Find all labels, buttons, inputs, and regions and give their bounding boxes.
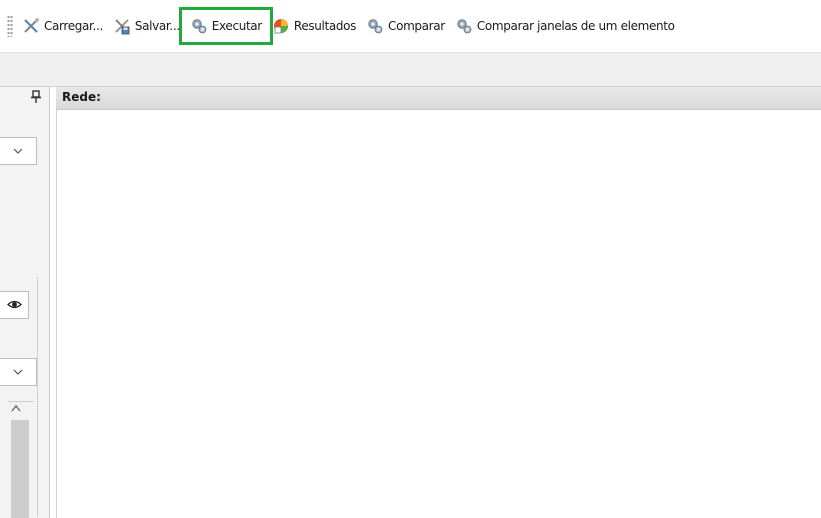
compare-element-windows-label: Comparar janelas de um elemento: [476, 19, 675, 33]
network-canvas[interactable]: [56, 110, 821, 518]
gears-icon: [368, 19, 383, 34]
network-panel-title: Rede:: [62, 90, 101, 104]
chevron-down-icon: [13, 369, 23, 375]
save-button[interactable]: Salvar...: [108, 13, 185, 39]
left-panel-separator: [37, 277, 38, 517]
left-panel: [0, 87, 50, 518]
compare-element-windows-button[interactable]: Comparar janelas de um elemento: [450, 13, 680, 39]
results-icon: [273, 19, 288, 34]
execute-button[interactable]: Executar: [178, 7, 273, 45]
load-button[interactable]: Carregar...: [17, 13, 108, 39]
gears-icon: [192, 19, 207, 34]
secondary-toolbar-band: [0, 53, 821, 87]
compare-button[interactable]: Comparar: [361, 13, 450, 39]
toolbar: Carregar... Salvar... Executar Resultado…: [0, 0, 821, 53]
compare-button-label: Comparar: [388, 19, 445, 33]
visibility-toggle-button[interactable]: [0, 291, 29, 319]
scrollbar-track[interactable]: [11, 420, 29, 518]
execute-button-label: Executar: [211, 19, 262, 33]
save-tools-icon: [115, 19, 130, 35]
left-panel-divider: [8, 401, 34, 402]
pin-icon[interactable]: [30, 90, 42, 104]
chevron-down-icon: [13, 148, 23, 154]
chevron-up-icon[interactable]: [10, 403, 22, 413]
left-dropdown-top[interactable]: [0, 137, 37, 165]
toolbar-grip[interactable]: [7, 15, 13, 37]
tools-icon: [24, 18, 39, 33]
load-button-label: Carregar...: [44, 19, 103, 33]
results-button[interactable]: Resultados: [267, 13, 361, 39]
results-button-label: Resultados: [293, 19, 357, 33]
network-panel-header: Rede:: [56, 87, 821, 110]
left-dropdown-bottom[interactable]: [0, 358, 37, 386]
save-button-label: Salvar...: [134, 19, 180, 33]
eye-icon: [7, 300, 22, 309]
gears-icon: [457, 19, 472, 34]
